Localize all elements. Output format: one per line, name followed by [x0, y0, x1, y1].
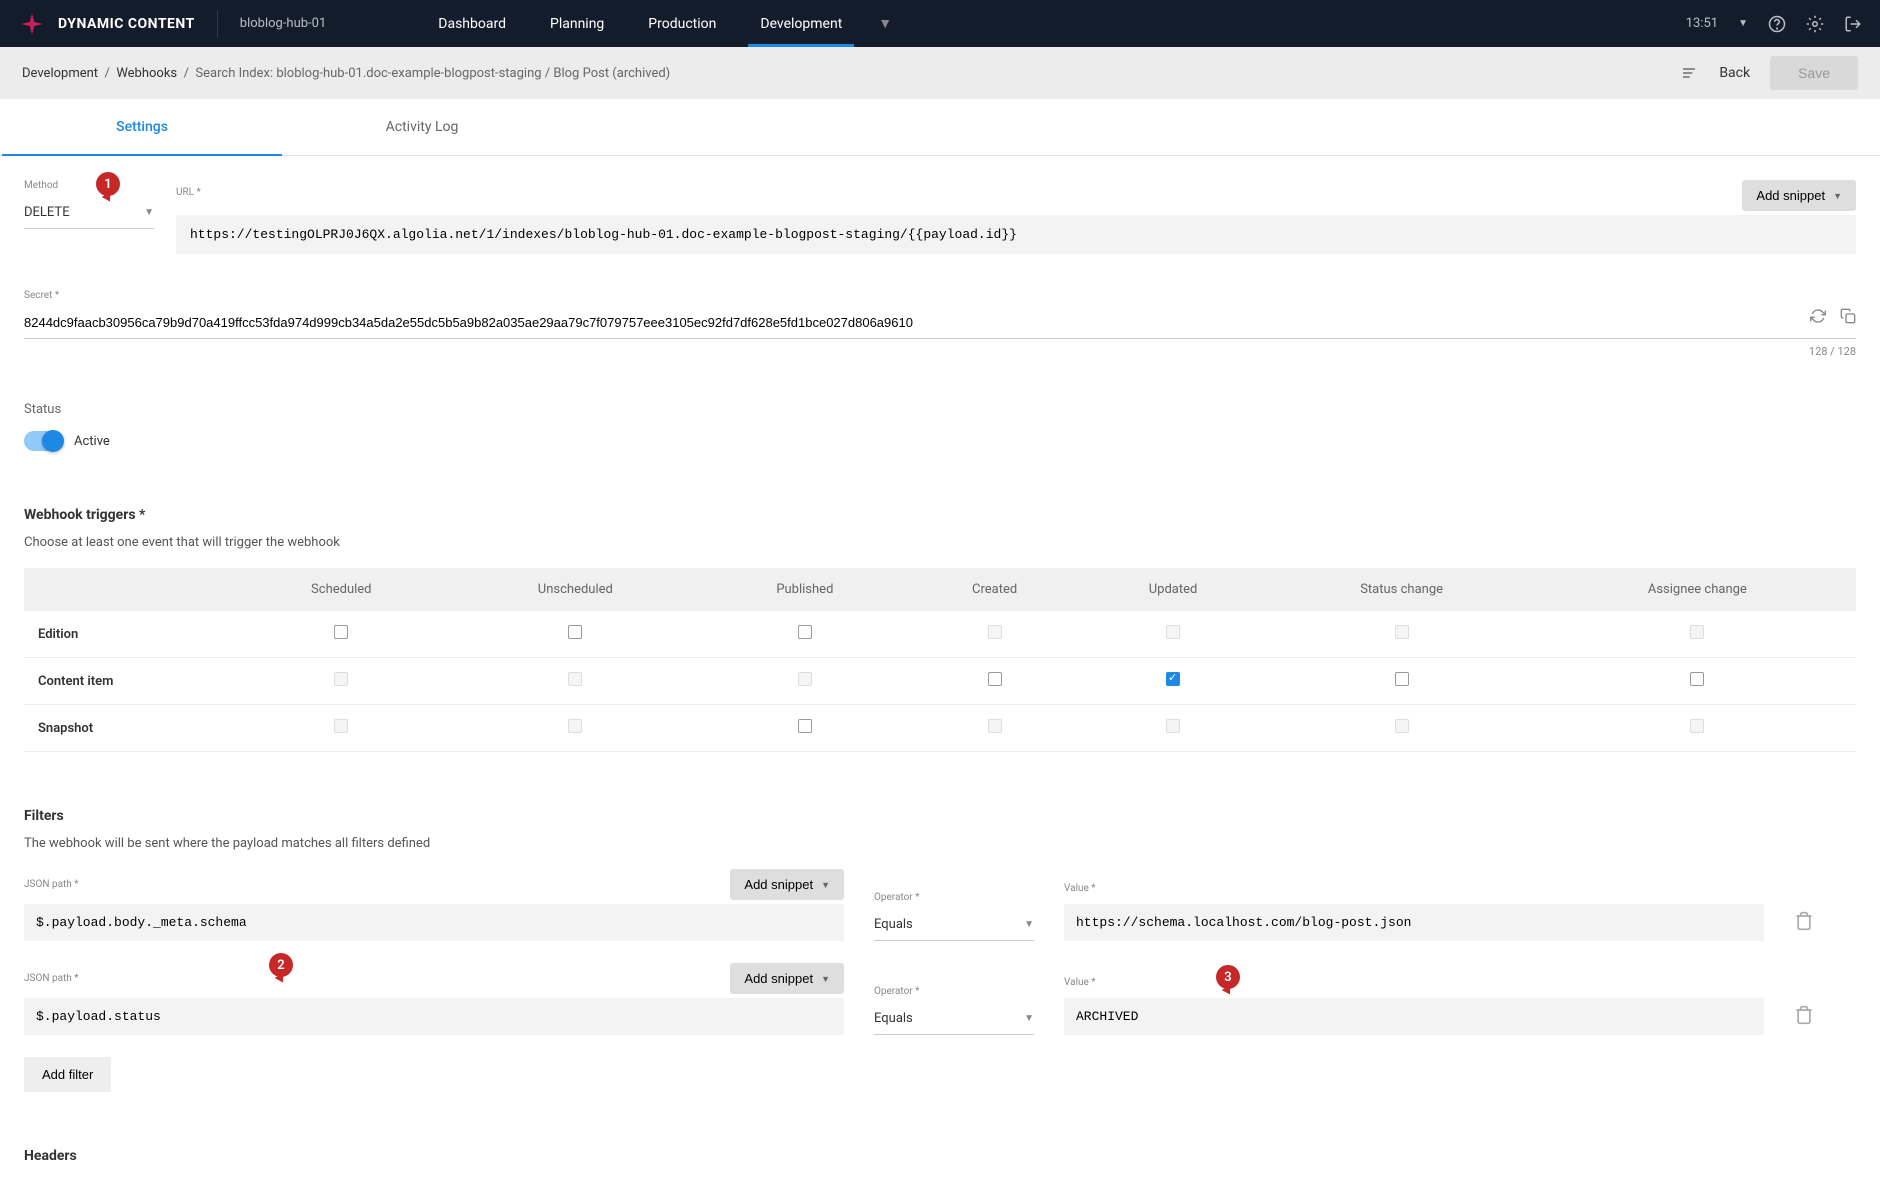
- chevron-down-icon[interactable]: ▼: [1738, 18, 1748, 29]
- checkbox-disabled: [988, 625, 1002, 639]
- filters-title: Filters: [24, 808, 1856, 824]
- copy-icon[interactable]: [1840, 308, 1856, 324]
- value-label: Value *: [1064, 977, 1764, 988]
- col-assignee-change: Assignee change: [1539, 568, 1856, 611]
- method-select[interactable]: DELETE ▼: [24, 197, 154, 229]
- hub-name[interactable]: bloblog-hub-01: [240, 16, 326, 31]
- help-icon[interactable]: [1768, 15, 1786, 33]
- trash-icon[interactable]: [1794, 911, 1814, 941]
- checkbox-disabled: [334, 719, 348, 733]
- main-nav: Dashboard Planning Production Developmen…: [416, 0, 906, 47]
- add-snippet-filter-button[interactable]: Add snippet▼: [730, 963, 844, 994]
- checkbox-disabled: [1395, 625, 1409, 639]
- sort-icon[interactable]: [1679, 65, 1699, 81]
- value-label: Value *: [1064, 883, 1764, 894]
- checkbox-disabled: [1395, 719, 1409, 733]
- value-input[interactable]: [1064, 998, 1764, 1035]
- nav-development[interactable]: Development: [738, 0, 864, 47]
- secret-label: Secret *: [24, 290, 1856, 301]
- logo-icon: [18, 10, 46, 38]
- annotation-badge-1: 1: [96, 172, 120, 196]
- clock-time: 13:51: [1686, 16, 1718, 31]
- operator-select[interactable]: Equals▼: [874, 1003, 1034, 1035]
- top-bar: DYNAMIC CONTENT bloblog-hub-01 Dashboard…: [0, 0, 1880, 47]
- url-label: URL *: [176, 187, 201, 198]
- checkbox[interactable]: [334, 625, 348, 639]
- status-toggle[interactable]: [24, 431, 62, 451]
- sub-header: Development / Webhooks / Search Index: b…: [0, 47, 1880, 99]
- col-unscheduled: Unscheduled: [449, 568, 703, 611]
- headers-title: Headers: [24, 1148, 1856, 1164]
- annotation-badge-2: 2: [269, 953, 293, 977]
- nav-planning[interactable]: Planning: [528, 0, 626, 47]
- value-input[interactable]: [1064, 904, 1764, 941]
- url-input[interactable]: [176, 215, 1856, 254]
- brand-text: DYNAMIC CONTENT: [58, 16, 195, 32]
- filters-subtitle: The webhook will be sent where the paylo…: [24, 836, 1856, 851]
- checkbox-disabled: [798, 672, 812, 686]
- triggers-subtitle: Choose at least one event that will trig…: [24, 535, 1856, 550]
- trash-icon[interactable]: [1794, 1005, 1814, 1035]
- checkbox-disabled: [1690, 719, 1704, 733]
- operator-label: Operator *: [874, 892, 1034, 903]
- status-label: Status: [24, 402, 1856, 417]
- back-button[interactable]: Back: [1719, 65, 1750, 81]
- save-button[interactable]: Save: [1770, 56, 1858, 90]
- row-snapshot: Snapshot: [24, 705, 234, 752]
- operator-label: Operator *: [874, 986, 1034, 997]
- method-label: Method: [24, 180, 154, 191]
- checkbox-disabled: [568, 672, 582, 686]
- crumb-current: Search Index: bloblog-hub-01.doc-example…: [195, 66, 670, 81]
- json-path-input[interactable]: [24, 998, 844, 1035]
- tab-settings[interactable]: Settings: [2, 99, 282, 155]
- checkbox[interactable]: [798, 719, 812, 733]
- checkbox-disabled: [1690, 625, 1704, 639]
- row-edition: Edition: [24, 611, 234, 658]
- add-filter-button[interactable]: Add filter: [24, 1057, 111, 1092]
- checkbox[interactable]: [568, 625, 582, 639]
- nav-dashboard[interactable]: Dashboard: [416, 0, 528, 47]
- triggers-title: Webhook triggers *: [24, 507, 1856, 523]
- nav-production[interactable]: Production: [626, 0, 738, 47]
- json-path-label: JSON path *: [24, 973, 79, 984]
- row-content-item: Content item: [24, 658, 234, 705]
- checkbox[interactable]: [988, 672, 1002, 686]
- gear-icon[interactable]: [1806, 15, 1824, 33]
- crumb-webhooks[interactable]: Webhooks: [116, 66, 177, 81]
- checkbox-disabled: [1166, 625, 1180, 639]
- col-created: Created: [908, 568, 1082, 611]
- checkbox[interactable]: [1395, 672, 1409, 686]
- annotation-badge-3: 3: [1216, 965, 1240, 989]
- checkbox[interactable]: [798, 625, 812, 639]
- col-updated: Updated: [1082, 568, 1265, 611]
- secret-counter: 128 / 128: [24, 345, 1856, 358]
- col-scheduled: Scheduled: [234, 568, 449, 611]
- json-path-input[interactable]: [24, 904, 844, 941]
- checkbox-disabled: [1166, 719, 1180, 733]
- checkbox-disabled: [988, 719, 1002, 733]
- add-snippet-filter-button[interactable]: Add snippet▼: [730, 869, 844, 900]
- json-path-label: JSON path *: [24, 879, 79, 890]
- col-status-change: Status change: [1265, 568, 1539, 611]
- tab-activity-log[interactable]: Activity Log: [282, 99, 562, 155]
- add-snippet-url-button[interactable]: Add snippet▼: [1742, 180, 1856, 211]
- col-published: Published: [702, 568, 908, 611]
- crumb-development[interactable]: Development: [22, 66, 98, 81]
- nav-dropdown-icon[interactable]: ▼: [864, 0, 906, 47]
- checkbox-disabled: [568, 719, 582, 733]
- triggers-table: Scheduled Unscheduled Published Created …: [24, 568, 1856, 752]
- refresh-icon[interactable]: [1810, 308, 1826, 324]
- secret-input[interactable]: [24, 307, 1856, 339]
- chevron-down-icon: ▼: [144, 207, 154, 218]
- page-tabs: Settings Activity Log: [0, 99, 1880, 156]
- checkbox[interactable]: [1690, 672, 1704, 686]
- method-value: DELETE: [24, 205, 70, 220]
- breadcrumb: Development / Webhooks / Search Index: b…: [22, 66, 670, 81]
- status-active-text: Active: [74, 434, 110, 449]
- logout-icon[interactable]: [1844, 15, 1862, 33]
- checkbox-disabled: [334, 672, 348, 686]
- checkbox-checked[interactable]: [1166, 672, 1180, 686]
- operator-select[interactable]: Equals▼: [874, 909, 1034, 941]
